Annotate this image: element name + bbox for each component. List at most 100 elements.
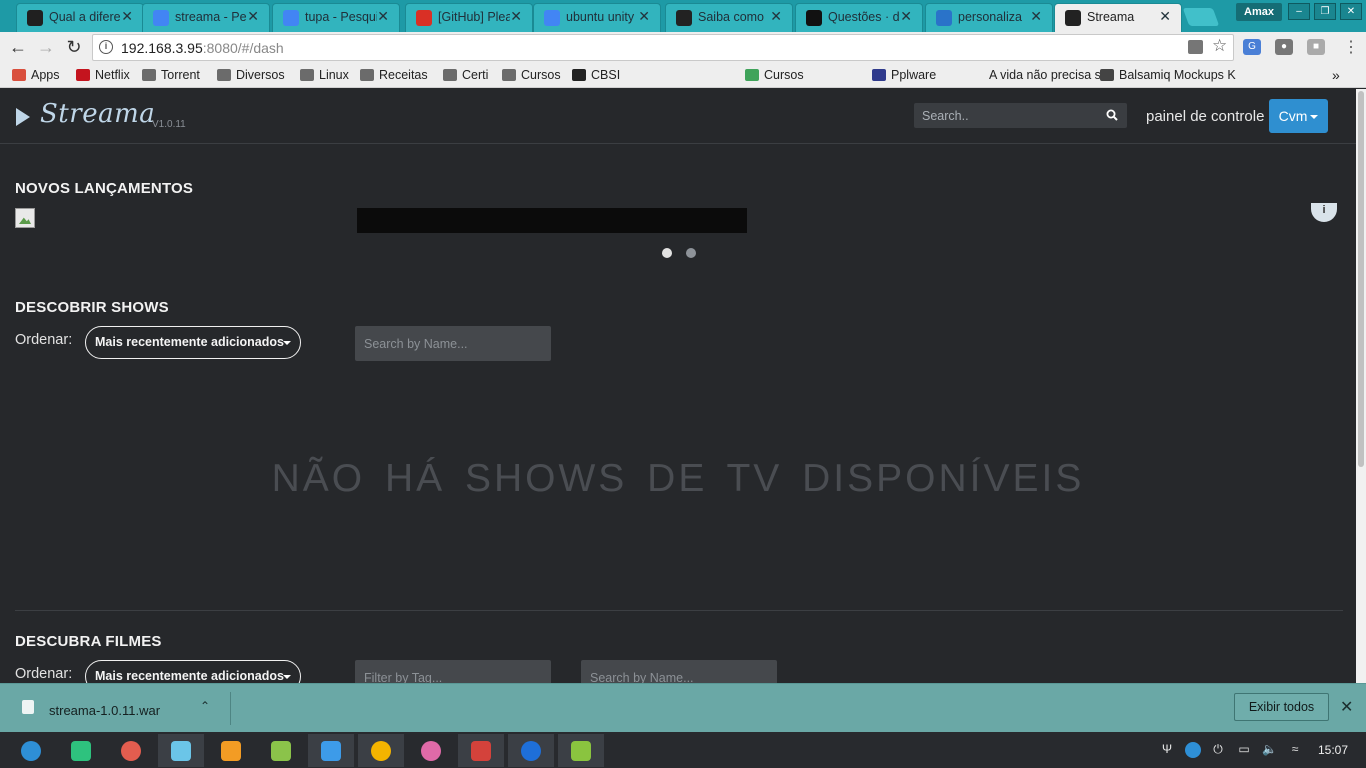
carousel-dot-2[interactable] (686, 248, 696, 258)
download-file-name[interactable]: streama-1.0.11.war (49, 703, 160, 718)
taskbar-app[interactable] (358, 734, 404, 767)
app-logo[interactable]: Streama (40, 99, 155, 129)
wifi-icon[interactable]: ≈ (1288, 742, 1302, 756)
chevron-down-icon (283, 341, 291, 345)
taskbar-app[interactable] (158, 734, 204, 767)
browser-menu-icon[interactable]: ⋮ (1343, 37, 1359, 57)
tab-close-icon[interactable]: ✕ (900, 8, 912, 25)
carousel-slide[interactable] (357, 208, 747, 233)
play-logo-icon[interactable] (16, 108, 30, 126)
movies-tag-filter-input[interactable] (355, 660, 551, 683)
bookmark-item[interactable]: CBSI (572, 67, 620, 83)
bookmark-item[interactable]: Cursos (502, 67, 561, 83)
close-window-button[interactable]: ✕ (1340, 3, 1362, 20)
app-version: V1.0.11 (152, 119, 186, 130)
bookmark-item[interactable]: Pplware (872, 67, 936, 83)
chevron-up-icon[interactable]: ⌃ (200, 699, 210, 713)
profile-button[interactable]: Amax (1236, 3, 1282, 21)
video-icon (321, 741, 341, 761)
taskbar-app[interactable] (508, 734, 554, 767)
tab-close-icon[interactable]: ✕ (121, 8, 133, 25)
extension-translate-icon[interactable]: G (1243, 39, 1261, 55)
taskbar-app[interactable] (458, 734, 504, 767)
tab-close-icon[interactable]: ✕ (638, 8, 650, 25)
user-menu-button[interactable]: Cvm (1269, 99, 1328, 133)
shows-order-select[interactable]: Mais recentemente adicionados (85, 326, 301, 359)
carousel-dot-1[interactable] (662, 248, 672, 258)
taskbar-app[interactable] (258, 734, 304, 767)
shows-search-input[interactable] (355, 326, 551, 361)
bookmark-item[interactable]: Balsamiq Mockups K (1100, 67, 1236, 83)
browser-toolbar: ← → ↻ i 192.168.3.95:8080/#/dash ☆ G ● ■… (0, 32, 1366, 62)
tab-title: streama - Pesquisa (175, 10, 247, 24)
page-scrollbar[interactable] (1356, 89, 1366, 683)
dashboard-link[interactable]: painel de controle (1146, 108, 1264, 125)
power-icon[interactable]: ⏻ (1211, 742, 1225, 756)
address-bar[interactable]: i 192.168.3.95:8080/#/dash ☆ (92, 34, 1234, 61)
download-shelf: streama-1.0.11.war ⌃ Exibir todos ✕ (0, 683, 1366, 732)
volume-icon[interactable]: 🔈 (1262, 742, 1277, 756)
maximize-window-button[interactable]: ❐ (1314, 3, 1336, 20)
tab-close-icon[interactable]: ✕ (377, 8, 389, 25)
close-icon[interactable]: ✕ (1340, 697, 1353, 717)
extension-bulb-icon[interactable]: ● (1275, 39, 1293, 55)
browser-tab[interactable]: streama - Pesquisa✕ (142, 3, 270, 32)
tux-icon (27, 10, 43, 26)
folder-icon (360, 69, 374, 81)
taskbar-app[interactable] (308, 734, 354, 767)
bookmark-item[interactable]: Receitas (360, 67, 428, 83)
usb-icon[interactable]: Ψ (1160, 742, 1174, 756)
bookmark-star-icon[interactable]: ☆ (1212, 36, 1227, 56)
folder-icon (443, 69, 457, 81)
browser-tab[interactable]: ubuntu unity ✕ (533, 3, 661, 32)
taskbar-app[interactable] (58, 734, 104, 767)
bookmark-item[interactable]: Diversos (217, 67, 285, 83)
reload-button[interactable]: ↻ (62, 35, 86, 59)
bookmark-item[interactable]: Torrent (142, 67, 200, 83)
info-badge-icon[interactable]: i (1311, 203, 1337, 222)
tab-title: Questões · d (828, 10, 900, 24)
cbsi-icon (572, 69, 586, 81)
browser-tab[interactable]: Saiba como ✕ (665, 3, 793, 32)
back-button[interactable]: ← (6, 35, 30, 59)
tab-close-icon[interactable]: ✕ (510, 8, 522, 25)
taskbar-app[interactable] (558, 734, 604, 767)
tab-close-icon[interactable]: ✕ (1030, 8, 1042, 25)
teamviewer-tray-icon[interactable] (1185, 742, 1201, 758)
browser-tab[interactable]: Questões · d ✕ (795, 3, 923, 32)
bookmark-item[interactable]: A vida não precisa se (970, 67, 1108, 83)
bookmark-item[interactable]: Apps (12, 67, 60, 83)
clock[interactable]: 15:07 (1318, 743, 1348, 757)
movies-search-input[interactable] (581, 660, 777, 683)
new-tab-button[interactable] (1182, 8, 1220, 26)
browser-tab[interactable]: Streama ✕ (1054, 3, 1182, 32)
search-icon[interactable] (1106, 109, 1118, 121)
scrollbar-thumb[interactable] (1358, 91, 1364, 467)
tab-title: tupa - Pesquisa (305, 10, 377, 24)
tab-close-icon[interactable]: ✕ (1159, 8, 1171, 25)
taskbar-app[interactable] (108, 734, 154, 767)
minimize-window-button[interactable]: – (1288, 3, 1310, 20)
browser-tab[interactable]: personaliza ✕ (925, 3, 1053, 32)
taskbar-app[interactable] (8, 734, 54, 767)
forward-button[interactable]: → (34, 35, 58, 59)
taskbar-app[interactable] (408, 734, 454, 767)
site-info-icon[interactable]: i (99, 40, 113, 54)
battery-icon[interactable]: ▭ (1237, 742, 1251, 756)
tab-close-icon[interactable]: ✕ (770, 8, 782, 25)
more-bookmarks-icon[interactable]: » (1332, 67, 1340, 83)
browser-tab[interactable]: Qual a diferença✕ (16, 3, 144, 32)
tab-close-icon[interactable]: ✕ (247, 8, 259, 25)
extension-cube-icon[interactable]: ■ (1307, 39, 1325, 55)
bookmark-item[interactable]: Netflix (76, 67, 130, 83)
show-all-downloads-button[interactable]: Exibir todos (1234, 693, 1329, 721)
browser-tab[interactable]: tupa - Pesquisa✕ (272, 3, 400, 32)
movies-order-select[interactable]: Mais recentemente adicionados (85, 660, 301, 683)
taskbar-app[interactable] (208, 734, 254, 767)
bookmark-item[interactable]: Cursos (745, 67, 804, 83)
bookmark-item[interactable]: Linux (300, 67, 349, 83)
browser-tab[interactable]: [GitHub] Please✕ (405, 3, 533, 32)
bookmark-item[interactable]: Certi (443, 67, 488, 83)
global-search-input[interactable] (914, 103, 1127, 128)
translate-icon[interactable] (1188, 40, 1203, 54)
